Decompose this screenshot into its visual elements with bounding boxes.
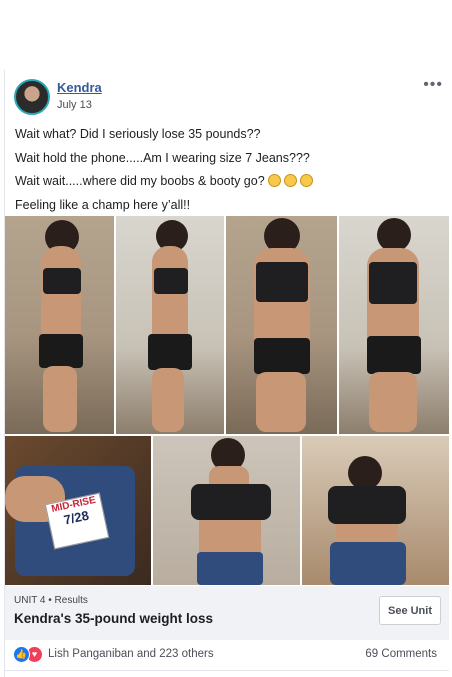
progress-photo[interactable] <box>302 436 449 585</box>
laughing-tears-icon <box>300 174 314 187</box>
post-date[interactable]: July 13 <box>57 99 92 111</box>
post-line: Feeling like a champ here y’all!! <box>15 197 191 212</box>
see-unit-button[interactable]: See Unit <box>379 596 441 625</box>
comments-count[interactable]: 69 Comments <box>365 648 437 660</box>
progress-photo[interactable] <box>226 216 337 434</box>
reaction-names[interactable]: Lish Panganiban and 223 others <box>48 648 214 660</box>
laughing-tears-icon <box>268 174 282 187</box>
progress-photo[interactable] <box>153 436 300 585</box>
progress-photo[interactable] <box>339 216 449 434</box>
post-line: Wait hold the phone.....Am I wearing siz… <box>15 150 310 165</box>
photo-grid-bottom: MID-RISE 7/28 <box>5 436 449 586</box>
laughing-tears-icon <box>284 174 298 187</box>
like-icon[interactable]: 👍 <box>13 646 30 663</box>
unit-title: Kendra's 35-pound weight loss <box>14 611 213 626</box>
post-text: Wait what? Did I seriously lose 35 pound… <box>15 123 445 217</box>
post-line: Wait what? Did I seriously lose 35 pound… <box>15 127 261 141</box>
progress-photo[interactable] <box>116 216 224 434</box>
photo-grid-top <box>5 216 449 436</box>
post-line: Wait wait.....where did my boobs & booty… <box>15 170 445 194</box>
unit-banner: UNIT 4 • Results Kendra's 35-pound weigh… <box>5 586 449 640</box>
unit-label: UNIT 4 • Results <box>14 595 88 606</box>
more-options-icon[interactable]: ••• <box>423 76 443 94</box>
post-card: Kendra July 13 ••• Wait what? Did I seri… <box>4 70 452 677</box>
progress-photo[interactable] <box>5 216 114 434</box>
jeans-tag-photo[interactable]: MID-RISE 7/28 <box>5 436 151 585</box>
avatar[interactable] <box>14 79 50 115</box>
reactions-bar: 👍 ♥ Lish Panganiban and 223 others 69 Co… <box>5 640 449 671</box>
author-name[interactable]: Kendra <box>57 80 102 95</box>
